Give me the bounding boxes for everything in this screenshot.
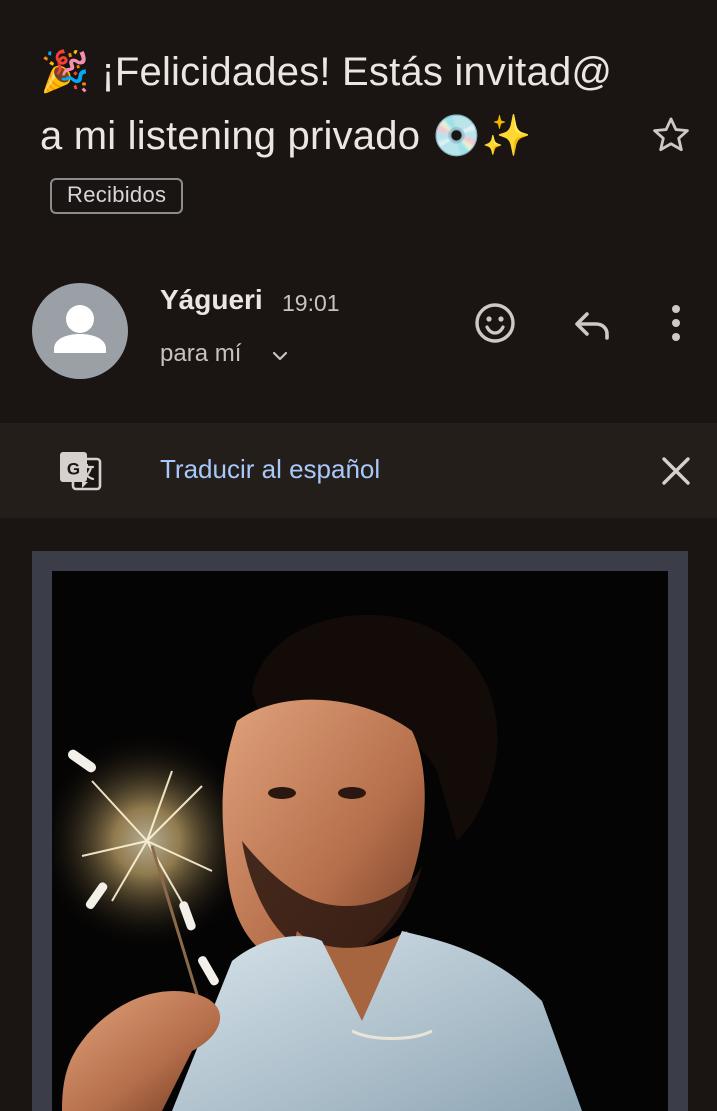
close-icon[interactable]	[656, 451, 696, 491]
sender-avatar[interactable]	[32, 283, 128, 379]
man-with-sparkler-photo	[52, 571, 668, 1111]
translate-link[interactable]: Traducir al español	[160, 454, 380, 485]
sender-name[interactable]: Yágueri	[160, 284, 263, 316]
default-person-icon	[54, 305, 106, 353]
star-icon[interactable]	[650, 114, 692, 156]
recipient-label[interactable]: para mí	[160, 340, 241, 368]
google-translate-icon: G	[60, 452, 102, 491]
party-emoji: 🎉	[40, 50, 91, 94]
body-photo[interactable]	[52, 571, 668, 1111]
disc-sparkles-emoji: 💿✨	[431, 114, 532, 158]
more-vertical-icon[interactable]	[655, 300, 697, 346]
reply-icon[interactable]	[570, 302, 616, 348]
inbox-label-chip[interactable]: Recibidos	[50, 178, 184, 215]
email-subject: 🎉 ¡Felicidades! Estás invitad@ a mi list…	[40, 40, 620, 232]
chevron-down-icon[interactable]	[270, 346, 290, 366]
svg-text:G: G	[67, 460, 80, 479]
sent-time: 19:01	[282, 290, 340, 316]
emoji-smile-icon[interactable]	[472, 300, 518, 346]
